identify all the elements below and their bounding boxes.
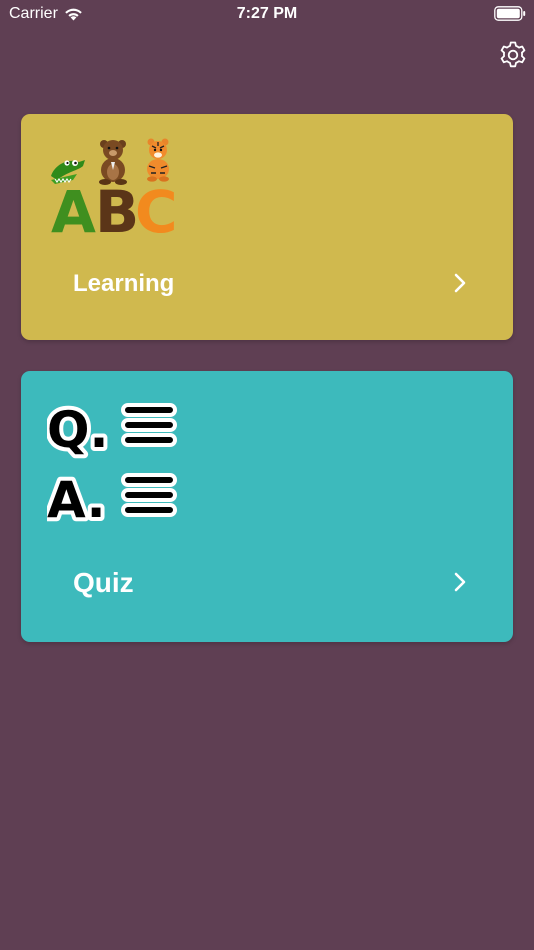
tiger-icon xyxy=(147,138,169,182)
settings-button[interactable] xyxy=(496,38,530,72)
status-time: 7:27 PM xyxy=(236,5,298,22)
chevron-right-icon xyxy=(454,273,466,293)
status-bar: Carrier 7:27 PM xyxy=(0,0,534,28)
letter-a-quiz: A. xyxy=(47,471,106,523)
learning-card[interactable]: A B C Learning xyxy=(21,114,513,340)
abc-animals-icon: A B C xyxy=(51,138,178,234)
battery-icon xyxy=(494,6,526,21)
letter-b: B xyxy=(95,178,139,234)
lines-icon xyxy=(121,403,177,517)
quiz-card[interactable]: Q. A. Quiz xyxy=(21,371,513,642)
chevron-right-icon xyxy=(454,572,466,592)
gear-icon xyxy=(500,41,526,68)
learning-label: Learning xyxy=(73,270,175,297)
letter-a: A xyxy=(51,178,96,234)
q-and-a-icon: Q. A. xyxy=(47,399,177,523)
letter-c: C xyxy=(135,178,178,234)
quiz-label: Quiz xyxy=(73,567,134,598)
letter-q: Q. xyxy=(47,401,109,459)
